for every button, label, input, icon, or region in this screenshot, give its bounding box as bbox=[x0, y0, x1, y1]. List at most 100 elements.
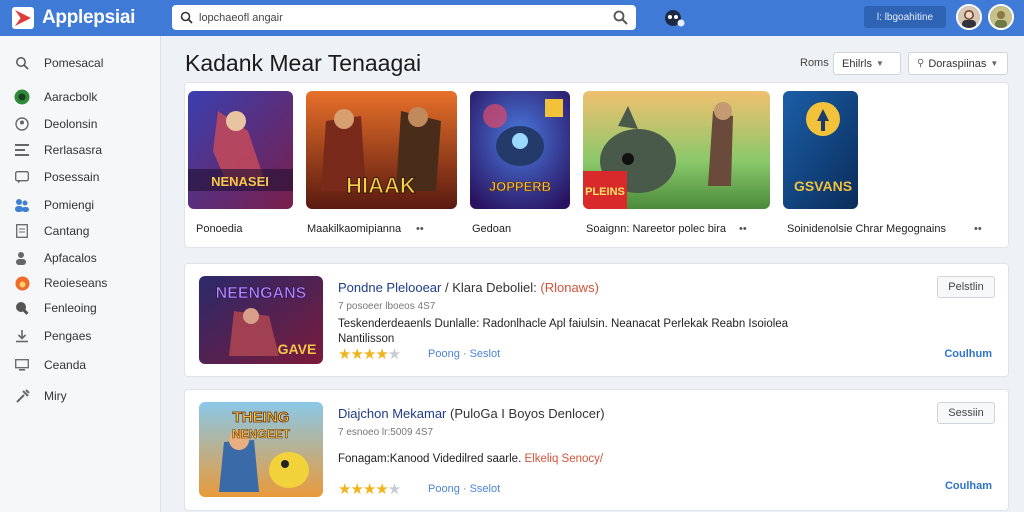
featured-tile-art[interactable]: HIAAK bbox=[306, 91, 457, 209]
search-bar[interactable] bbox=[172, 5, 636, 30]
featured-caption[interactable]: Maakilkaomipianna bbox=[307, 223, 401, 235]
star-rating: ★★★★★ bbox=[338, 346, 401, 363]
card-link[interactable]: Coulhum bbox=[944, 348, 992, 360]
sidebar-item-label: Pomiengi bbox=[44, 198, 95, 212]
page-title: Kadank Mear Tenaagai bbox=[185, 50, 422, 76]
thumbnail-title-text: NEENGANS bbox=[216, 285, 307, 302]
sidebar-item-9[interactable]: Fenleoing bbox=[14, 297, 154, 319]
thumbnail-sub-text: NENGEET bbox=[232, 427, 291, 441]
monitor-icon bbox=[14, 357, 30, 373]
game-description: Teskenderdeaenls Dunlalle: Radonlhacle A… bbox=[338, 317, 818, 347]
sidebar-item-5[interactable]: Pomiengi bbox=[14, 194, 154, 216]
avatar-secondary[interactable] bbox=[988, 4, 1014, 30]
sidebar-item-label: Aaracbolk bbox=[44, 90, 98, 104]
download-icon bbox=[14, 328, 30, 344]
card-action-button[interactable]: Sessiin bbox=[937, 402, 995, 424]
avatar[interactable] bbox=[956, 4, 982, 30]
more-icon[interactable]: •• bbox=[739, 223, 747, 235]
featured-tile-art[interactable]: PLEINS bbox=[583, 91, 770, 209]
game-thumbnail[interactable]: NEENGANS GAVE bbox=[199, 276, 323, 364]
sidebar-item-label: Deolonsin bbox=[44, 117, 98, 131]
game-title[interactable]: Diajchon Mekamar (PuloGa I Boyos Denloce… bbox=[338, 406, 605, 421]
chevron-down-icon: ▼ bbox=[990, 59, 999, 68]
search-input[interactable] bbox=[199, 11, 613, 24]
more-icon[interactable]: •• bbox=[416, 223, 424, 235]
user-icon bbox=[14, 116, 30, 132]
sort-icon: ⚲ bbox=[917, 58, 925, 69]
fire-icon bbox=[14, 275, 30, 291]
account-button[interactable]: l: lbgoahitine bbox=[864, 6, 946, 28]
sidebar-item-label: Fenleoing bbox=[44, 301, 97, 315]
sort-dropdown-value: Doraspiinas bbox=[928, 57, 987, 70]
sidebar-item-label: Ceanda bbox=[44, 358, 87, 372]
sidebar-item-0[interactable]: Pomesacal bbox=[14, 52, 154, 74]
card-action-button[interactable]: Pelstlin bbox=[937, 276, 995, 298]
top-bar: Applepsiai l: lbgoahitine bbox=[0, 0, 1024, 36]
sidebar-item-label: Rerlasasra bbox=[44, 143, 103, 157]
featured-art-text: HIAAK bbox=[346, 173, 416, 198]
sort-label: Roms bbox=[800, 57, 829, 69]
sidebar-item-label: Posessain bbox=[44, 170, 100, 184]
account-label: l: lbgoahitine bbox=[876, 11, 934, 23]
featured-caption[interactable]: Soinidenolsie Chrar Megognains bbox=[787, 223, 946, 235]
more-icon[interactable]: •• bbox=[974, 223, 982, 235]
featured-tile-art[interactable]: GSVANS bbox=[783, 91, 858, 209]
search-submit-icon[interactable] bbox=[613, 10, 628, 25]
search-icon bbox=[180, 11, 193, 24]
featured-art-text: GSVANS bbox=[794, 178, 852, 194]
thumbnail-title-text: THEING bbox=[233, 409, 290, 426]
controller-icon[interactable] bbox=[662, 6, 686, 30]
game-title-main: Diajchon Mekamar bbox=[338, 406, 447, 421]
sidebar-item-label: Miry bbox=[44, 389, 67, 403]
featured-art-text: JOPPERB bbox=[489, 179, 551, 194]
sidebar-item-2[interactable]: Deolonsin bbox=[14, 113, 154, 135]
featured-tile-art[interactable]: NENASEI bbox=[188, 91, 293, 209]
game-description-highlight: Elkeliq Senocy/ bbox=[524, 453, 604, 465]
game-title[interactable]: Pondne Plelooear / Klara Deboliel: (Rlon… bbox=[338, 280, 599, 295]
sidebar-item-3[interactable]: Rerlasasra bbox=[14, 139, 154, 161]
logo-icon bbox=[12, 7, 34, 29]
sidebar-item-10[interactable]: Pengaes bbox=[14, 325, 154, 347]
sidebar-item-11[interactable]: Ceanda bbox=[14, 354, 154, 376]
featured-art-text: NENASEI bbox=[211, 174, 269, 189]
game-thumbnail[interactable]: THEING NENGEET bbox=[199, 402, 323, 497]
sidebar-item-label: Cantang bbox=[44, 224, 90, 238]
sidebar-item-label: Reoieseans bbox=[44, 276, 108, 290]
sort-dropdown[interactable]: ⚲ Doraspiinas ▼ bbox=[908, 52, 1008, 75]
sidebar-item-12[interactable]: Miry bbox=[14, 385, 154, 407]
featured-art-text: PLEINS bbox=[585, 186, 625, 198]
featured-carousel: NENASEI Ponoedia HIAAK Maakilkaomipianna… bbox=[184, 82, 1009, 248]
bulb-icon bbox=[14, 300, 30, 316]
chevron-down-icon: ▼ bbox=[875, 59, 884, 68]
game-description-text: Fonagam:Kanood Videdilred saarle. bbox=[338, 453, 522, 465]
list-icon bbox=[14, 142, 30, 158]
app-name: Applepsiai bbox=[42, 7, 136, 28]
featured-caption[interactable]: Gedoan bbox=[472, 223, 511, 235]
sidebar-item-6[interactable]: Cantang bbox=[14, 220, 154, 242]
game-card[interactable]: NEENGANS GAVE Pondne Plelooear / Klara D… bbox=[184, 263, 1009, 377]
filter-dropdown[interactable]: Ehilrls ▼ bbox=[833, 52, 901, 75]
game-card[interactable]: THEING NENGEET Diajchon Mekamar (PuloGa … bbox=[184, 389, 1009, 511]
sidebar-item-1[interactable]: Aaracbolk bbox=[14, 86, 154, 108]
game-title-main: Pondne Plelooear bbox=[338, 280, 442, 295]
search-icon bbox=[14, 55, 30, 71]
filter-dropdown-value: Ehilrls bbox=[842, 57, 872, 70]
tools-icon bbox=[14, 388, 30, 404]
star-rating: ★★★★★ bbox=[338, 481, 401, 498]
sidebar-item-7[interactable]: Apfacalos bbox=[14, 247, 154, 269]
game-tags[interactable]: Poong · Sselot bbox=[428, 483, 500, 495]
sidebar-item-4[interactable]: Posessain bbox=[14, 166, 154, 188]
card-link[interactable]: Coulham bbox=[945, 480, 992, 492]
featured-caption[interactable]: Ponoedia bbox=[196, 223, 243, 235]
sidebar-item-label: Pengaes bbox=[44, 329, 92, 343]
sidebar-item-label: Pomesacal bbox=[44, 56, 104, 70]
game-title-sub: / Klara Deboliel: bbox=[444, 280, 537, 295]
app-logo[interactable]: Applepsiai bbox=[12, 7, 162, 29]
game-tags[interactable]: Poong · Seslot bbox=[428, 348, 500, 360]
featured-tile-art[interactable]: JOPPERB bbox=[470, 91, 570, 209]
game-description: Fonagam:Kanood Videdilred saarle. Elkeli… bbox=[338, 452, 818, 467]
gamepad-icon bbox=[14, 89, 30, 105]
game-description-text: Teskenderdeaenls Dunlalle: Radonlhacle A… bbox=[338, 318, 789, 345]
sidebar-item-8[interactable]: Reoieseans bbox=[14, 272, 154, 294]
featured-caption[interactable]: Soaignn: Nareetor polec bira bbox=[586, 223, 726, 235]
